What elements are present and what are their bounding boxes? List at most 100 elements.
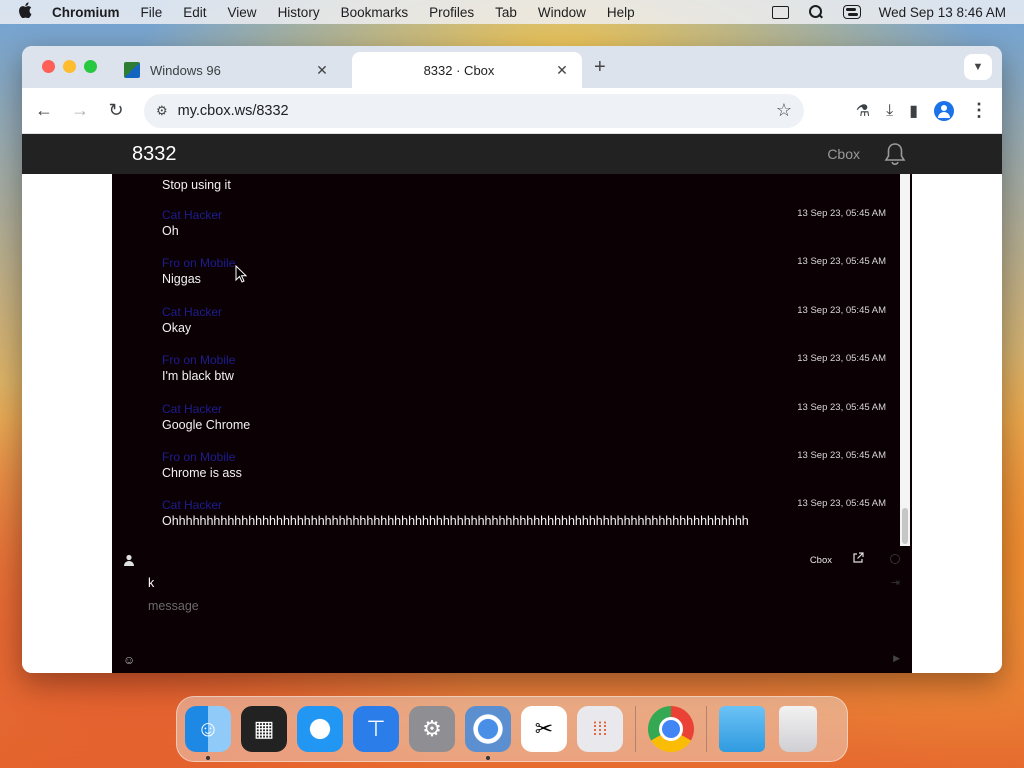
message-scrollbar[interactable] bbox=[900, 174, 910, 546]
user-icon[interactable] bbox=[123, 554, 135, 566]
tab-strip: Windows 96 ✕ 8332 · Cbox ✕ + ▼ bbox=[22, 46, 1002, 88]
dock-launchpad-grid-icon[interactable]: ⁞⁞⁞ bbox=[577, 706, 623, 752]
menu-file[interactable]: File bbox=[141, 5, 163, 20]
message-username[interactable]: Fro on Mobile bbox=[162, 353, 886, 367]
message-text: Chrome is ass bbox=[162, 466, 242, 480]
room-title: 8332 bbox=[132, 142, 177, 165]
message-username[interactable]: Cat Hacker bbox=[162, 498, 886, 512]
dock-trash-icon[interactable] bbox=[779, 706, 817, 752]
chat-message: Fro on Mobile 13 Sep 23, 05:45 AM I'm bl… bbox=[162, 353, 886, 383]
message-timestamp: 13 Sep 23, 05:45 AM bbox=[797, 450, 886, 461]
menu-help[interactable]: Help bbox=[607, 5, 635, 20]
menu-profiles[interactable]: Profiles bbox=[429, 5, 474, 20]
close-icon[interactable]: ✕ bbox=[554, 62, 570, 79]
message-timestamp: 13 Sep 23, 05:45 AM bbox=[797, 256, 886, 267]
chat-message: Cat Hacker 13 Sep 23, 05:45 AM Google Ch… bbox=[162, 402, 886, 432]
url-text[interactable]: my.cbox.ws/8332 bbox=[178, 103, 289, 119]
message-timestamp: 13 Sep 23, 05:45 AM bbox=[797, 402, 886, 413]
reload-icon[interactable]: ↻ bbox=[98, 100, 134, 121]
chat-message: Fro on Mobile 13 Sep 23, 05:45 AM Niggas bbox=[162, 256, 886, 286]
message-timestamp: 13 Sep 23, 05:45 AM bbox=[797, 498, 886, 509]
dock-safari-icon[interactable] bbox=[297, 706, 343, 752]
new-tab-plus-icon[interactable]: + bbox=[594, 56, 606, 79]
site-header: 8332 Cbox bbox=[22, 134, 1002, 174]
dock: ☺ ▦ ⊤ ⚙ ✂ ⁞⁞⁞ bbox=[176, 696, 848, 762]
message-text: Niggas bbox=[162, 272, 201, 286]
message-composer: Cbox ⇥ ☺ ▶ bbox=[112, 546, 912, 673]
chat-message: Cat Hacker 13 Sep 23, 05:45 AM Ohhhhhhhh… bbox=[162, 498, 886, 528]
dock-downloads-folder-icon[interactable] bbox=[719, 706, 765, 752]
bookmark-star-icon[interactable]: ☆ bbox=[776, 100, 792, 121]
back-arrow-icon[interactable]: ← bbox=[26, 100, 62, 121]
labs-flask-icon[interactable]: ⚗ bbox=[856, 101, 870, 121]
minimize-window-button[interactable] bbox=[63, 60, 76, 73]
message-text: Ohhhhhhhhhhhhhhhhhhhhhhhhhhhhhhhhhhhhhhh… bbox=[162, 514, 749, 528]
close-icon[interactable]: ✕ bbox=[314, 62, 330, 79]
dock-chromium-icon[interactable] bbox=[465, 706, 511, 760]
message-text: Oh bbox=[162, 224, 179, 238]
scrollbar-thumb[interactable] bbox=[902, 508, 908, 544]
menu-view[interactable]: View bbox=[228, 5, 257, 20]
menu-window[interactable]: Window bbox=[538, 5, 586, 20]
message-username[interactable]: Fro on Mobile bbox=[162, 256, 886, 270]
browser-toolbar: ← → ↻ ⚙ my.cbox.ws/8332 ☆ ⚗ ⤓ ▮ ⋮ bbox=[22, 88, 1002, 134]
site-settings-icon[interactable]: ⚙ bbox=[156, 103, 168, 119]
message-timestamp: 13 Sep 23, 05:45 AM bbox=[797, 208, 886, 219]
message-username[interactable]: Cat Hacker bbox=[162, 402, 886, 416]
chat-message: Stop using it bbox=[162, 176, 886, 192]
control-center-icon[interactable] bbox=[842, 5, 861, 19]
popout-external-link-icon[interactable] bbox=[852, 552, 864, 564]
zoom-window-button[interactable] bbox=[84, 60, 97, 73]
menubar-clock[interactable]: Wed Sep 13 8:46 AM bbox=[879, 5, 1006, 20]
dock-system-settings-gear-icon[interactable]: ⚙ bbox=[409, 706, 455, 752]
login-icon[interactable]: ⇥ bbox=[891, 576, 900, 589]
download-icon[interactable]: ⤓ bbox=[886, 102, 893, 120]
menu-bookmarks[interactable]: Bookmarks bbox=[341, 5, 409, 20]
forward-arrow-icon[interactable]: → bbox=[62, 100, 98, 121]
dock-capcut-icon[interactable]: ✂ bbox=[521, 706, 567, 752]
menu-edit[interactable]: Edit bbox=[183, 5, 206, 20]
cbox-brand-link[interactable]: Cbox bbox=[827, 146, 860, 162]
message-text: I'm black btw bbox=[162, 369, 234, 383]
menu-bar: Chromium File Edit View History Bookmark… bbox=[0, 0, 1024, 24]
message-text: Okay bbox=[162, 321, 192, 335]
message-text: Stop using it bbox=[162, 178, 231, 192]
close-window-button[interactable] bbox=[42, 60, 55, 73]
dock-keynote-icon[interactable]: ⊤ bbox=[353, 706, 399, 752]
emoji-smiley-icon[interactable]: ☺ bbox=[123, 653, 135, 667]
window-controls bbox=[42, 60, 97, 73]
tab-search-chevron-down-icon[interactable]: ▼ bbox=[964, 54, 992, 80]
message-username[interactable]: Fro on Mobile bbox=[162, 450, 886, 464]
chat-box: Stop using it Cat Hacker 13 Sep 23, 05:4… bbox=[112, 174, 912, 673]
dock-finder-icon[interactable]: ☺ bbox=[185, 706, 231, 760]
apple-icon[interactable] bbox=[18, 1, 36, 23]
message-username[interactable]: Cat Hacker bbox=[162, 305, 886, 319]
address-bar[interactable]: ⚙ my.cbox.ws/8332 ☆ bbox=[144, 93, 804, 128]
cbox-link[interactable]: Cbox bbox=[810, 555, 832, 566]
menu-history[interactable]: History bbox=[278, 5, 320, 20]
dock-mission-control-icon[interactable]: ▦ bbox=[241, 706, 287, 752]
menu-app-name[interactable]: Chromium bbox=[52, 5, 120, 20]
message-text: Google Chrome bbox=[162, 418, 251, 432]
mouse-cursor-icon bbox=[235, 265, 247, 283]
window-switcher-icon[interactable] bbox=[771, 5, 789, 19]
bell-icon[interactable] bbox=[884, 142, 906, 166]
tab-windows-96[interactable]: Windows 96 ✕ bbox=[112, 52, 342, 88]
message-username[interactable]: Cat Hacker bbox=[162, 208, 886, 222]
chat-message: Fro on Mobile 13 Sep 23, 05:45 AM Chrome… bbox=[162, 450, 886, 480]
message-input[interactable] bbox=[148, 596, 848, 616]
profile-avatar-icon[interactable] bbox=[934, 100, 954, 121]
tab-cbox[interactable]: 8332 · Cbox ✕ bbox=[352, 52, 582, 88]
send-arrow-icon[interactable]: ▶ bbox=[893, 653, 900, 664]
browser-window: Windows 96 ✕ 8332 · Cbox ✕ + ▼ ← → ↻ ⚙ m… bbox=[22, 46, 1002, 673]
web-page: 8332 Cbox Stop using it Cat Hacker 13 Se… bbox=[22, 134, 1002, 673]
name-input[interactable] bbox=[148, 574, 748, 592]
chat-message: Cat Hacker 13 Sep 23, 05:45 AM Okay bbox=[162, 305, 886, 335]
message-list[interactable]: Stop using it Cat Hacker 13 Sep 23, 05:4… bbox=[112, 174, 897, 546]
dock-google-chrome-icon[interactable] bbox=[648, 706, 694, 752]
menu-tab[interactable]: Tab bbox=[495, 5, 517, 20]
running-indicator bbox=[486, 756, 490, 760]
more-menu-icon[interactable]: ⋮ bbox=[970, 100, 988, 121]
side-panel-icon[interactable]: ▮ bbox=[909, 101, 918, 121]
spotlight-search-icon[interactable] bbox=[807, 5, 825, 19]
